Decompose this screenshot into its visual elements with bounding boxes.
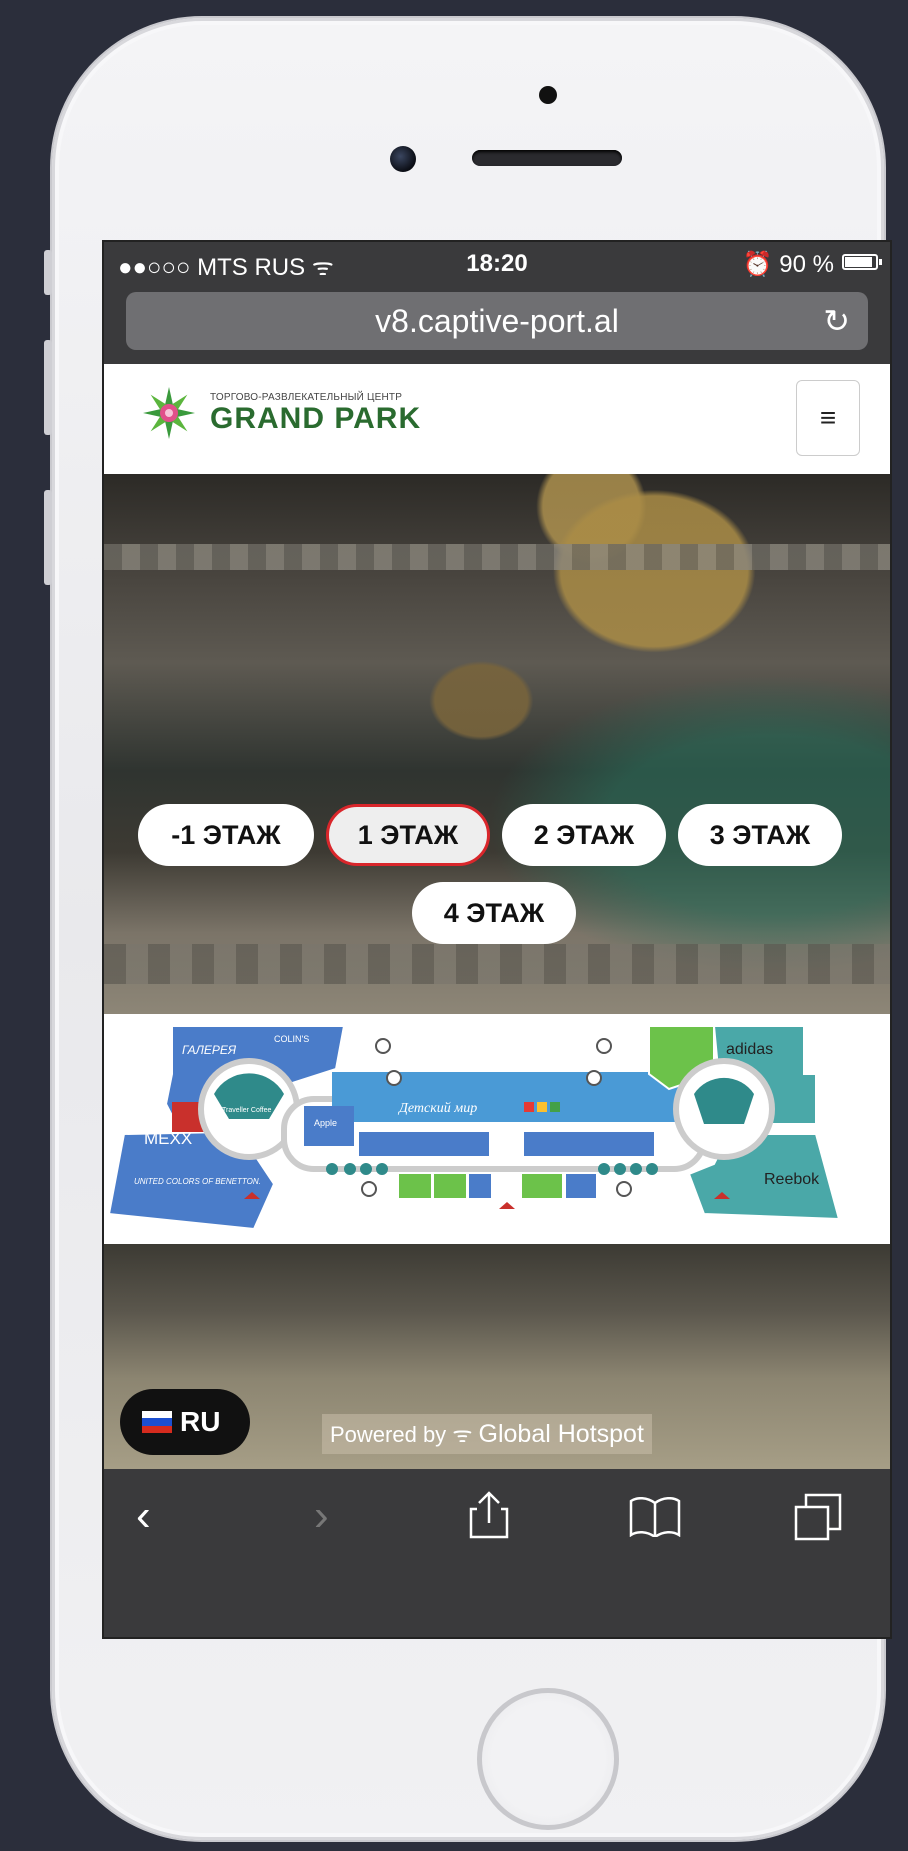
grand-park-logo[interactable]: ТОРГОВО-РАЗВЛЕКАТЕЛЬНЫЙ ЦЕНТР GRAND PARK: [138, 382, 421, 444]
tabs-icon[interactable]: [794, 1493, 842, 1552]
logo-subtitle: ТОРГОВО-РАЗВЛЕКАТЕЛЬНЫЙ ЦЕНТР: [210, 391, 403, 403]
address-bar[interactable]: v8.captive-port.al ↻: [126, 292, 868, 350]
floor-1-button[interactable]: 1 ЭТАЖ: [326, 804, 490, 866]
volume-down-button[interactable]: [44, 490, 52, 585]
floor-label: 1 ЭТАЖ: [357, 820, 459, 850]
url-text: v8.captive-port.al: [375, 303, 619, 339]
floor-minus1-button[interactable]: -1 ЭТАЖ: [138, 804, 314, 866]
russia-flag-icon: [142, 1411, 172, 1433]
home-button[interactable]: [477, 1688, 619, 1830]
store-detsky-mir: Детский мир: [397, 1101, 477, 1116]
store-traveller: Traveller Coffee: [222, 1107, 272, 1114]
share-icon[interactable]: [469, 1491, 509, 1550]
logo-title: GRAND PARK: [210, 401, 422, 435]
store-colins: COLIN'S: [274, 1034, 309, 1044]
site-header: ТОРГОВО-РАЗВЛЕКАТЕЛЬНЫЙ ЦЕНТР GRAND PARK…: [104, 364, 890, 475]
floor-4-button[interactable]: 4 ЭТАЖ: [412, 882, 576, 944]
battery-label: ⏰ 90 %: [742, 251, 834, 278]
balcony-decoration: [104, 944, 890, 984]
front-camera: [390, 146, 416, 172]
wifi-icon: ᯤ: [452, 1422, 473, 1447]
bookmarks-icon[interactable]: [629, 1497, 681, 1548]
forward-icon[interactable]: ›: [314, 1491, 329, 1541]
powered-by-brand: Global Hotspot: [478, 1420, 644, 1448]
proximity-sensor: [539, 86, 557, 104]
powered-by[interactable]: Powered by ᯤ Global Hotspot: [322, 1414, 652, 1454]
flower-logo-icon: [138, 382, 200, 444]
floor-label: 3 ЭТАЖ: [709, 820, 811, 850]
language-label: RU: [180, 1406, 221, 1437]
hero-image: -1 ЭТАЖ 1 ЭТАЖ 2 ЭТАЖ 3 ЭТАЖ 4 ЭТАЖ: [104, 474, 890, 1014]
language-switcher[interactable]: RU: [120, 1389, 250, 1455]
screen: ●●○○○ MTS RUS ᯤ 18:20 ⏰ 90 % v8.captive-…: [102, 240, 892, 1639]
store-adidas: adidas: [726, 1041, 773, 1058]
status-bar: ●●○○○ MTS RUS ᯤ 18:20 ⏰ 90 %: [104, 242, 890, 284]
browser-address-area: v8.captive-port.al ↻: [104, 284, 890, 364]
browser-toolbar: ‹ ›: [104, 1469, 890, 1637]
store-benetton: UNITED COLORS OF BENETTON.: [134, 1177, 261, 1186]
volume-up-button[interactable]: [44, 340, 52, 435]
store-apple: Apple: [314, 1118, 337, 1128]
reload-icon[interactable]: ↻: [823, 292, 850, 350]
battery-icon: [842, 254, 882, 270]
menu-button[interactable]: ≡: [796, 380, 860, 456]
earpiece-speaker: [472, 150, 622, 166]
back-icon[interactable]: ‹: [136, 1491, 151, 1541]
floor-3-button[interactable]: 3 ЭТАЖ: [678, 804, 842, 866]
floor-label: 4 ЭТАЖ: [443, 898, 545, 928]
mute-switch[interactable]: [44, 250, 52, 295]
store-mexx: MEXX: [144, 1129, 192, 1148]
floor-2-button[interactable]: 2 ЭТАЖ: [502, 804, 666, 866]
store-galereya: ГАЛЕРЕЯ: [182, 1043, 237, 1057]
powered-by-label: Powered by: [330, 1422, 447, 1447]
floor-label: -1 ЭТАЖ: [171, 820, 281, 850]
store-reebok: Reebok: [764, 1171, 820, 1188]
floor-map[interactable]: ГАЛЕРЕЯ COLIN'S MEXX UNITED COLORS OF BE…: [104, 1014, 890, 1244]
balcony-decoration: [104, 544, 890, 570]
floor-label: 2 ЭТАЖ: [533, 820, 635, 850]
floor-map-drawing: ГАЛЕРЕЯ COLIN'S MEXX UNITED COLORS OF BE…: [107, 1025, 841, 1231]
hamburger-icon: ≡: [819, 402, 837, 433]
